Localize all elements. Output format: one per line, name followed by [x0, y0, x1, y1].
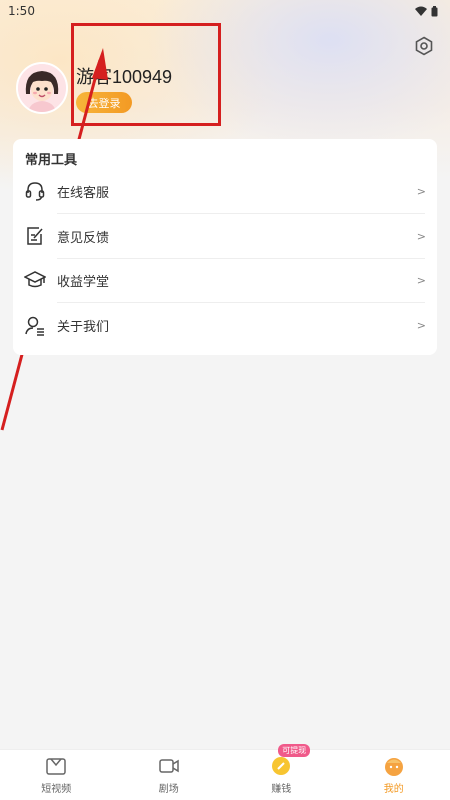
- short-video-icon: [46, 758, 66, 775]
- graduation-cap-icon: [24, 271, 46, 288]
- bottom-tab-bar: 短视频 剧场 可提现 赚钱 我的: [0, 744, 450, 800]
- annotation-highlight-box: [71, 23, 221, 126]
- chevron-right-icon: >: [416, 229, 426, 243]
- tab-label: 剧场: [158, 784, 179, 795]
- tab-earn-money[interactable]: 可提现 赚钱: [225, 744, 338, 800]
- tab-theater[interactable]: 剧场: [113, 750, 226, 800]
- tool-item-earnings-school[interactable]: 收益学堂 >: [13, 258, 437, 302]
- battery-icon: [431, 5, 438, 16]
- tool-item-online-service[interactable]: 在线客服 >: [13, 169, 437, 213]
- avatar[interactable]: [16, 62, 68, 114]
- headset-icon: [25, 182, 45, 201]
- girl-avatar-icon: [18, 64, 66, 112]
- chevron-right-icon: >: [416, 184, 426, 198]
- about-person-icon: [25, 316, 44, 336]
- tab-short-video[interactable]: 短视频: [0, 750, 113, 800]
- tool-label: 在线客服: [57, 185, 110, 201]
- tool-item-feedback[interactable]: 意见反馈 >: [13, 214, 437, 258]
- settings-button[interactable]: [412, 34, 436, 58]
- status-icons: [415, 5, 438, 17]
- tool-item-about-us[interactable]: 关于我们 >: [13, 303, 437, 347]
- settings-hexagon-icon: [415, 36, 433, 56]
- status-time: 1:50: [8, 4, 35, 18]
- tool-label: 意见反馈: [57, 230, 110, 246]
- common-tools-card: 常用工具 在线客服 > 意见反馈 > 收益学堂 > 关于我们 >: [13, 139, 437, 355]
- withdraw-badge: 可提现: [278, 744, 311, 757]
- wifi-icon: [415, 6, 427, 16]
- tab-label: 我的: [383, 784, 404, 795]
- tab-label: 赚钱: [271, 784, 292, 795]
- mine-avatar-icon: [384, 758, 403, 776]
- coin-icon: [272, 757, 291, 775]
- chevron-right-icon: >: [416, 273, 426, 287]
- tool-label: 关于我们: [57, 319, 110, 335]
- chevron-right-icon: >: [416, 318, 426, 332]
- tab-label: 短视频: [41, 784, 72, 795]
- status-bar: 1:50: [0, 0, 450, 22]
- tool-label: 收益学堂: [57, 274, 110, 290]
- theater-camera-icon: [159, 759, 179, 773]
- tools-title: 常用工具: [25, 153, 78, 168]
- feedback-edit-icon: [27, 227, 43, 245]
- tab-mine[interactable]: 我的: [338, 750, 450, 800]
